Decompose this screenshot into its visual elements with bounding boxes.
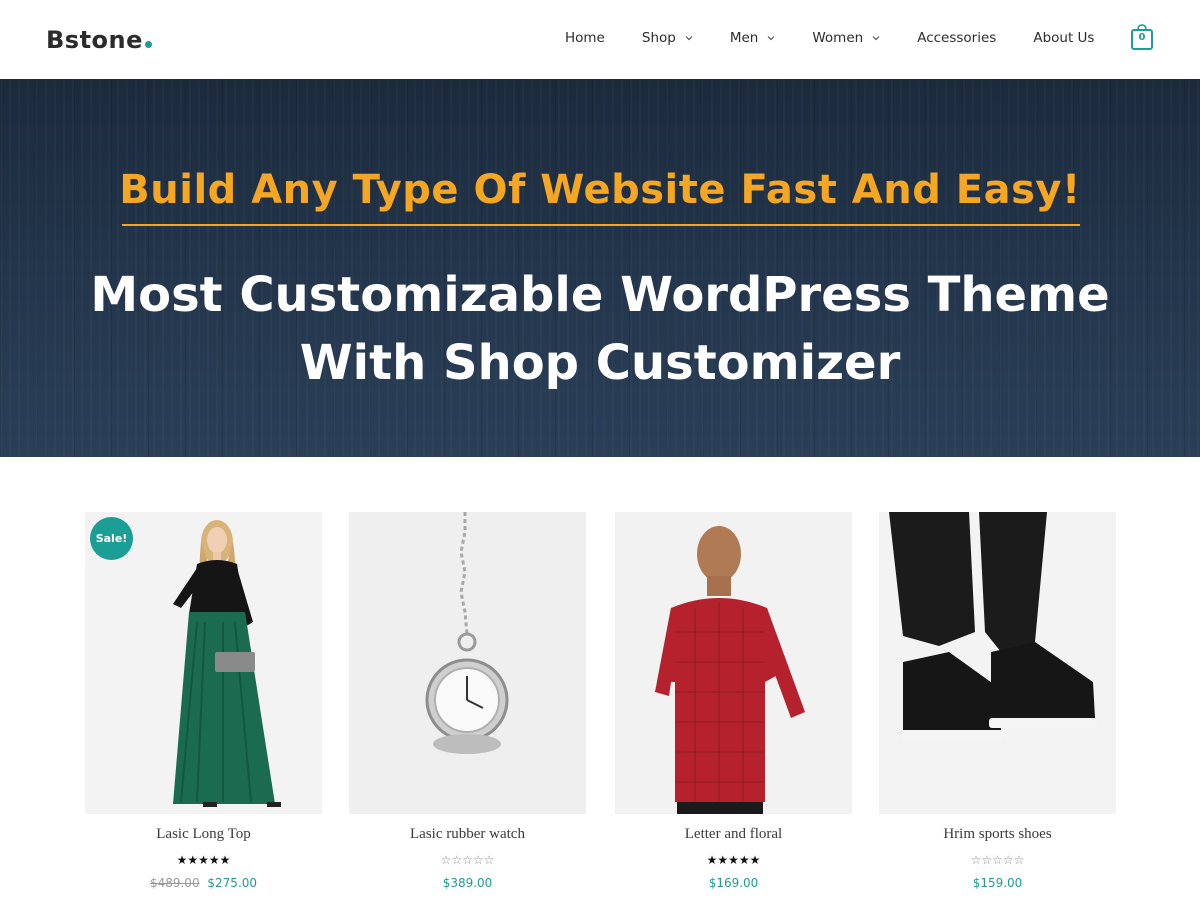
star-rating: ★★★★★ xyxy=(615,853,852,867)
product-name[interactable]: Hrim sports shoes xyxy=(879,826,1116,843)
nav-item-men[interactable]: Men xyxy=(730,30,777,46)
product-price: $169.00 xyxy=(615,876,852,890)
hero-banner: Build Any Type Of Website Fast And Easy!… xyxy=(0,79,1200,457)
site-logo[interactable]: Bstone xyxy=(46,26,152,54)
star-icon: ☆☆☆☆☆ xyxy=(970,853,1025,867)
product-name[interactable]: Letter and floral xyxy=(615,826,852,843)
black-sneakers-photo xyxy=(879,512,1116,814)
star-icon: ★★★★★ xyxy=(176,853,231,867)
star-rating: ★★★★★ xyxy=(85,853,322,867)
tagline-underline xyxy=(122,224,1080,226)
product-name[interactable]: Lasic rubber watch xyxy=(349,826,586,843)
man-in-red-shirt-photo xyxy=(615,512,852,814)
product-price: $389.00 xyxy=(349,876,586,890)
product-name[interactable]: Lasic Long Top xyxy=(85,826,322,843)
hero-title: Most Customizable WordPress Theme With S… xyxy=(0,261,1200,397)
hero-tagline: Build Any Type Of Website Fast And Easy! xyxy=(119,167,1081,213)
sale-badge: Sale! xyxy=(90,517,133,560)
star-icon: ★★★★★ xyxy=(706,853,761,867)
product-image[interactable] xyxy=(615,512,852,814)
star-rating: ☆☆☆☆☆ xyxy=(349,853,586,867)
nav-label: About Us xyxy=(1033,30,1095,46)
chevron-down-icon xyxy=(685,36,693,41)
nav-item-women[interactable]: Women xyxy=(812,30,881,46)
logo-text: Bstone xyxy=(46,26,143,54)
product-image[interactable] xyxy=(349,512,586,814)
product-grid: Sale! Lasic Long Top ★★★★★ $489.00 $275.… xyxy=(85,512,1117,900)
chevron-down-icon xyxy=(767,36,775,41)
nav-label: Women xyxy=(812,30,864,46)
product-card: Sale! Lasic Long Top ★★★★★ $489.00 $275.… xyxy=(85,512,322,890)
product-price: $489.00 $275.00 xyxy=(85,876,322,890)
nav-item-about-us[interactable]: About Us xyxy=(1033,30,1094,46)
nav-label: Shop xyxy=(641,30,676,46)
site-header: Bstone Home Shop Men Women Accessories A… xyxy=(0,0,1200,79)
sale-price: $275.00 xyxy=(207,876,258,890)
product-image[interactable] xyxy=(879,512,1116,814)
product-card: Hrim sports shoes ☆☆☆☆☆ $159.00 xyxy=(879,512,1116,890)
price: $389.00 xyxy=(442,876,493,890)
nav-item-accessories[interactable]: Accessories xyxy=(917,30,996,46)
cart-count: 0 xyxy=(1138,32,1146,43)
nav-item-shop[interactable]: Shop xyxy=(642,30,694,46)
nav-label: Home xyxy=(565,30,605,46)
star-icon: ☆☆☆☆☆ xyxy=(440,853,495,867)
product-card: Letter and floral ★★★★★ $169.00 xyxy=(615,512,852,890)
cart-button[interactable]: 0 xyxy=(1130,23,1154,51)
hero-title-line-1: Most Customizable WordPress Theme xyxy=(90,267,1110,323)
product-image[interactable]: Sale! xyxy=(85,512,322,814)
price: $159.00 xyxy=(972,876,1023,890)
nav-label: Men xyxy=(729,30,759,46)
chevron-down-icon xyxy=(872,36,880,41)
product-price: $159.00 xyxy=(879,876,1116,890)
star-rating: ☆☆☆☆☆ xyxy=(879,853,1116,867)
nav-label: Accessories xyxy=(917,30,997,46)
main-nav: Home Shop Men Women Accessories About Us xyxy=(565,30,1094,46)
price: $169.00 xyxy=(708,876,759,890)
old-price: $489.00 xyxy=(149,876,200,890)
pocket-watch-photo xyxy=(349,512,586,814)
logo-dot xyxy=(144,41,152,48)
hero-title-line-2: With Shop Customizer xyxy=(299,335,901,391)
product-card: Lasic rubber watch ☆☆☆☆☆ $389.00 xyxy=(349,512,586,890)
nav-item-home[interactable]: Home xyxy=(565,30,605,46)
